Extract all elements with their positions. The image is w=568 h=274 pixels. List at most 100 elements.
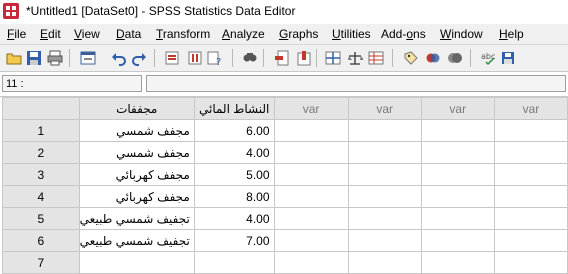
column-header-var[interactable]: var bbox=[273, 97, 349, 120]
cell-dryer[interactable]: مجفف كهربائي bbox=[78, 185, 195, 208]
menu-window[interactable]: Window bbox=[440, 27, 483, 41]
cell-water-activity[interactable] bbox=[193, 251, 275, 274]
menu-data[interactable]: Data bbox=[116, 27, 141, 41]
toolbar-separator bbox=[470, 49, 471, 67]
toolbar-separator bbox=[69, 49, 70, 67]
cell-empty[interactable] bbox=[273, 185, 349, 208]
row-number[interactable]: 1 bbox=[2, 119, 80, 142]
select-cases-icon[interactable] bbox=[368, 50, 384, 66]
cell-empty[interactable] bbox=[420, 163, 495, 186]
cell-empty[interactable] bbox=[493, 251, 568, 274]
menu-addons[interactable]: Add-ons bbox=[381, 27, 426, 41]
cell-empty[interactable] bbox=[273, 251, 349, 274]
cell-empty[interactable] bbox=[273, 207, 349, 230]
dialog-recall-icon[interactable] bbox=[80, 50, 96, 66]
cell-dryer[interactable]: مجفف شمسي bbox=[78, 141, 195, 164]
row-number[interactable]: 4 bbox=[2, 185, 80, 208]
menu-graphs[interactable]: Graphs bbox=[279, 27, 318, 41]
toolbar-separator bbox=[232, 49, 233, 67]
cell-dryer[interactable] bbox=[78, 251, 195, 274]
row-number[interactable]: 6 bbox=[2, 229, 80, 252]
cell-water-activity[interactable]: 7.00 bbox=[193, 229, 275, 252]
toolbar-separator bbox=[154, 49, 155, 67]
cell-empty[interactable] bbox=[420, 185, 495, 208]
toolbar-separator bbox=[316, 49, 317, 67]
column-header-dryer[interactable]: مجففات bbox=[78, 97, 195, 120]
cell-dryer[interactable]: مجفف كهربائي bbox=[78, 163, 195, 186]
menu-transform[interactable]: Transform bbox=[156, 27, 210, 41]
cell-empty[interactable] bbox=[347, 163, 422, 186]
cell-empty[interactable] bbox=[493, 229, 568, 252]
show-all-variables-icon[interactable] bbox=[447, 50, 463, 66]
cell-dryer[interactable]: مجفف شمسي bbox=[78, 119, 195, 142]
redo-icon[interactable] bbox=[131, 50, 147, 66]
open-folder-icon[interactable] bbox=[6, 50, 22, 66]
toolbar-separator bbox=[392, 49, 393, 67]
cell-empty[interactable] bbox=[493, 119, 568, 142]
column-header-var[interactable]: var bbox=[420, 97, 495, 120]
cell-water-activity[interactable]: 4.00 bbox=[193, 207, 275, 230]
undo-icon[interactable] bbox=[111, 50, 127, 66]
toolbar: ? abc bbox=[0, 45, 568, 72]
variables-icon[interactable]: ? bbox=[206, 50, 222, 68]
row-number[interactable]: 5 bbox=[2, 207, 80, 230]
insert-cases-icon[interactable] bbox=[274, 50, 290, 66]
insert-variable-icon[interactable] bbox=[296, 50, 312, 66]
cell-empty[interactable] bbox=[420, 141, 495, 164]
cell-reference[interactable]: 11 : bbox=[2, 75, 142, 92]
spss-app-icon[interactable] bbox=[3, 3, 19, 19]
weight-cases-icon[interactable] bbox=[347, 50, 364, 66]
cell-empty[interactable] bbox=[420, 119, 495, 142]
cell-empty[interactable] bbox=[273, 119, 349, 142]
cell-value-input[interactable] bbox=[146, 75, 566, 92]
spell-check-icon[interactable]: abc bbox=[480, 50, 496, 66]
toolbar-separator bbox=[263, 49, 264, 67]
menu-utilities[interactable]: Utilities bbox=[332, 27, 371, 41]
cell-empty[interactable] bbox=[420, 251, 495, 274]
cell-empty[interactable] bbox=[347, 207, 422, 230]
cell-empty[interactable] bbox=[347, 141, 422, 164]
find-icon[interactable] bbox=[242, 50, 258, 66]
customize-icon[interactable] bbox=[500, 50, 516, 66]
menu-help[interactable]: Help bbox=[499, 27, 524, 41]
row-number[interactable]: 7 bbox=[2, 251, 80, 274]
cell-empty[interactable] bbox=[347, 185, 422, 208]
cell-empty[interactable] bbox=[493, 163, 568, 186]
column-header-var[interactable]: var bbox=[493, 97, 568, 120]
cell-empty[interactable] bbox=[273, 163, 349, 186]
menu-file[interactable]: File bbox=[7, 27, 26, 41]
cell-dryer[interactable]: تجفيف شمسي طبيعي bbox=[78, 207, 195, 230]
row-number[interactable]: 2 bbox=[2, 141, 80, 164]
cell-water-activity[interactable]: 8.00 bbox=[193, 185, 275, 208]
grid-corner[interactable] bbox=[2, 97, 80, 120]
print-icon[interactable] bbox=[47, 50, 63, 66]
goto-case-icon[interactable] bbox=[164, 50, 180, 66]
cell-empty[interactable] bbox=[420, 207, 495, 230]
cell-empty[interactable] bbox=[273, 141, 349, 164]
save-icon[interactable] bbox=[26, 50, 42, 66]
cell-empty[interactable] bbox=[347, 119, 422, 142]
cell-empty[interactable] bbox=[347, 229, 422, 252]
cell-dryer[interactable]: تجفيف شمسي طبيعي bbox=[78, 229, 195, 252]
menu-view[interactable]: View bbox=[74, 27, 100, 41]
cell-empty[interactable] bbox=[347, 251, 422, 274]
cell-empty[interactable] bbox=[420, 229, 495, 252]
cell-water-activity[interactable]: 6.00 bbox=[193, 119, 275, 142]
value-labels-icon[interactable] bbox=[403, 50, 419, 66]
cell-water-activity[interactable]: 5.00 bbox=[193, 163, 275, 186]
data-grid: مجففات النشاط المائي var var var var 1 مج… bbox=[2, 97, 568, 274]
cell-empty[interactable] bbox=[493, 185, 568, 208]
row-number[interactable]: 3 bbox=[2, 163, 80, 186]
goto-variable-icon[interactable] bbox=[187, 50, 203, 66]
menu-edit[interactable]: Edit bbox=[40, 27, 61, 41]
cell-empty[interactable] bbox=[273, 229, 349, 252]
cell-empty[interactable] bbox=[493, 141, 568, 164]
column-header-water-activity[interactable]: النشاط المائي bbox=[193, 97, 275, 120]
use-sets-icon[interactable] bbox=[425, 50, 441, 66]
menu-analyze[interactable]: Analyze bbox=[222, 27, 265, 41]
column-header-var[interactable]: var bbox=[347, 97, 422, 120]
split-file-icon[interactable] bbox=[325, 50, 341, 66]
cell-water-activity[interactable]: 4.00 bbox=[193, 141, 275, 164]
cell-empty[interactable] bbox=[493, 207, 568, 230]
table-row: 1 مجفف شمسي 6.00 bbox=[2, 119, 568, 142]
